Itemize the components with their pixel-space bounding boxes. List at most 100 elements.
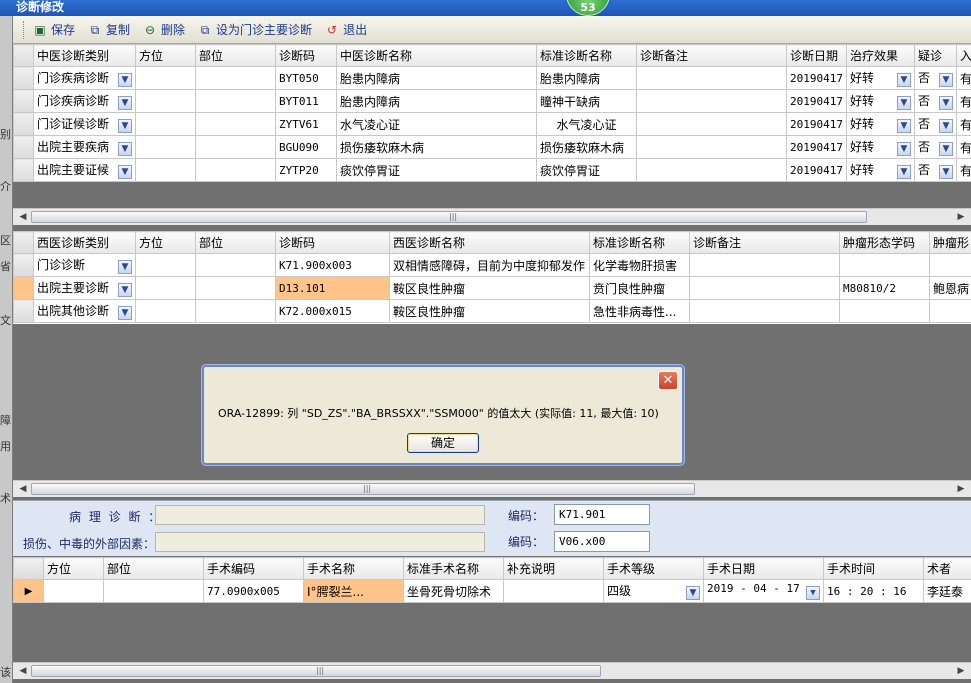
scroll-left-icon[interactable]: ◀ [15, 210, 31, 224]
column-header[interactable]: 肿瘤形 [929, 231, 971, 254]
selected-cell[interactable]: Ⅰ°腭裂兰... [303, 579, 404, 603]
table-cell[interactable]: 水气凌心证 [536, 112, 637, 136]
effect-cell[interactable]: 好转 ▼ [846, 112, 915, 136]
table-cell[interactable] [195, 89, 276, 113]
table-row[interactable]: 出院其他诊断 ▼ K72.000x015 鞍区良性肿瘤 急性非病毒性... [13, 299, 971, 323]
column-header[interactable]: 手术编码 [203, 557, 304, 580]
category-cell[interactable]: 门诊疾病诊断 ▼ [33, 66, 136, 90]
table-cell[interactable]: 急性非病毒性... [589, 299, 690, 323]
table-cell[interactable] [135, 89, 196, 113]
table-cell[interactable]: 鞍区良性肿瘤 [389, 276, 590, 300]
table-row[interactable]: 出院主要证候 ▼ ZYTP20 痰饮停胃证 痰饮停胃证 20190417 好转 ▼ … [13, 158, 971, 182]
date-cell[interactable]: 2019 - 04 - 17 ▼ [703, 579, 824, 603]
ok-button[interactable]: 确定 [407, 433, 479, 453]
copy-button[interactable]: ⧉ 复制 [87, 21, 130, 38]
table-cell[interactable] [689, 276, 840, 300]
column-header[interactable]: 诊断备注 [689, 231, 840, 254]
table-cell[interactable]: 损伤痿软麻木病 [336, 135, 537, 159]
scroll-left-icon[interactable]: ◀ [15, 664, 31, 678]
suspect-cell[interactable]: 否 ▼ [914, 66, 957, 90]
column-header[interactable]: 部位 [195, 231, 276, 254]
effect-cell[interactable]: 好转 ▼ [846, 135, 915, 159]
table-cell[interactable]: 贲门良性肿瘤 [589, 276, 690, 300]
table-cell[interactable]: ZYTP20 [275, 158, 337, 182]
calendar-dropdown-icon[interactable]: ▼ [806, 586, 820, 600]
row-header[interactable] [13, 158, 34, 182]
close-icon[interactable]: ✕ [658, 371, 678, 390]
chevron-down-icon[interactable]: ▼ [118, 283, 132, 297]
table-cell[interactable]: 水气凌心证 [336, 112, 537, 136]
table-cell[interactable]: 胎患内障病 [536, 66, 637, 90]
suspect-cell[interactable]: 否 ▼ [914, 112, 957, 136]
table-cell[interactable]: 化学毒物肝损害 [589, 253, 690, 277]
table-row[interactable]: ▶ 77.0900x005 Ⅰ°腭裂兰... 坐骨死骨切除术 四级 ▼ 2019 … [13, 579, 971, 603]
column-header[interactable]: 中医诊断名称 [336, 44, 537, 67]
table-cell[interactable] [689, 253, 840, 277]
table-cell[interactable]: 鲍恩病 [929, 276, 971, 300]
scroll-thumb[interactable]: ||| [31, 665, 601, 677]
row-header[interactable] [13, 135, 34, 159]
category-cell[interactable]: 门诊证候诊断 ▼ [33, 112, 136, 136]
table-cell[interactable] [43, 579, 104, 603]
table-cell[interactable] [195, 299, 276, 323]
table-cell[interactable] [195, 276, 276, 300]
row-header[interactable] [13, 66, 34, 90]
table-row[interactable]: 出院主要疾病 ▼ BGU090 损伤痿软麻木病 损伤痿软麻木病 20190417 … [13, 135, 971, 159]
table-cell[interactable] [636, 112, 787, 136]
column-header[interactable]: 肿瘤形态学码 [839, 231, 930, 254]
table-cell[interactable] [839, 299, 930, 323]
table-cell[interactable] [636, 158, 787, 182]
table-cell[interactable]: 20190417 [786, 66, 847, 90]
table-row[interactable]: 门诊诊断 ▼ K71.900x003 双相情感障碍，目前为中度抑郁发作 化学毒物肝… [13, 253, 971, 277]
table-cell[interactable] [195, 158, 276, 182]
current-row-icon[interactable]: ▶ [13, 579, 44, 603]
table-cell[interactable] [689, 299, 840, 323]
table-cell[interactable]: 瞳神干缺病 [536, 89, 637, 113]
chevron-down-icon[interactable]: ▼ [118, 119, 132, 133]
table-cell[interactable]: 有 [956, 66, 971, 90]
row-header[interactable] [13, 299, 34, 323]
chevron-down-icon[interactable]: ▼ [118, 96, 132, 110]
column-header[interactable]: 标准诊断名称 [536, 44, 637, 67]
scroll-right-icon[interactable]: ▶ [953, 664, 969, 678]
category-cell[interactable]: 出院主要疾病 ▼ [33, 135, 136, 159]
delete-button[interactable]: ⊖ 删除 [142, 21, 185, 38]
table-cell[interactable] [636, 66, 787, 90]
pathology-field[interactable] [155, 505, 485, 525]
table-cell[interactable]: 20190417 [786, 158, 847, 182]
chevron-down-icon[interactable]: ▼ [118, 165, 132, 179]
table-cell[interactable] [135, 299, 196, 323]
effect-cell[interactable]: 好转 ▼ [846, 158, 915, 182]
table-row[interactable]: 门诊证候诊断 ▼ ZYTV61 水气凌心证 水气凌心证 20190417 好转 ▼ … [13, 112, 971, 136]
column-header[interactable]: 手术日期 [703, 557, 824, 580]
column-header[interactable]: 方位 [135, 44, 196, 67]
table-cell[interactable]: 鞍区良性肿瘤 [389, 299, 590, 323]
suspect-cell[interactable]: 否 ▼ [914, 89, 957, 113]
chevron-down-icon[interactable]: ▼ [118, 73, 132, 87]
scroll-right-icon[interactable]: ▶ [953, 482, 969, 496]
column-header[interactable]: 西医诊断名称 [389, 231, 590, 254]
chevron-down-icon[interactable]: ▼ [939, 73, 953, 87]
table-cell[interactable]: BGU090 [275, 135, 337, 159]
exit-button[interactable]: ↺ 退出 [324, 21, 367, 38]
chevron-down-icon[interactable]: ▼ [118, 260, 132, 274]
category-cell[interactable]: 门诊疾病诊断 ▼ [33, 89, 136, 113]
table-cell[interactable] [636, 135, 787, 159]
chevron-down-icon[interactable]: ▼ [939, 142, 953, 156]
table-cell[interactable] [929, 253, 971, 277]
column-header[interactable]: 术者 [923, 557, 971, 580]
column-header[interactable]: 部位 [103, 557, 204, 580]
column-header[interactable]: 疑诊 [914, 44, 957, 67]
wm-grid-scrollbar[interactable]: ◀ ||| ▶ [13, 480, 971, 497]
effect-cell[interactable]: 好转 ▼ [846, 89, 915, 113]
scroll-right-icon[interactable]: ▶ [953, 210, 969, 224]
table-cell[interactable]: 损伤痿软麻木病 [536, 135, 637, 159]
category-cell[interactable]: 出院主要证候 ▼ [33, 158, 136, 182]
scroll-thumb[interactable]: ||| [31, 483, 695, 495]
table-cell[interactable] [929, 299, 971, 323]
injury-cause-field[interactable] [155, 532, 485, 552]
table-cell[interactable] [839, 253, 930, 277]
column-header[interactable]: 手术等级 [603, 557, 704, 580]
column-header[interactable]: 治疗效果 [846, 44, 915, 67]
row-header[interactable] [13, 112, 34, 136]
